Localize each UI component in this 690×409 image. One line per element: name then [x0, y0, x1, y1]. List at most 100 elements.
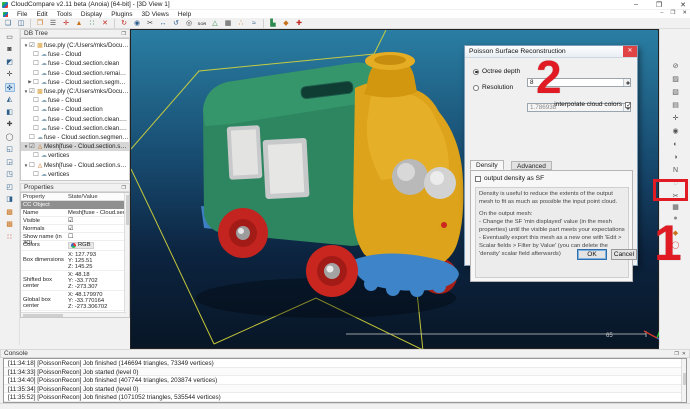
close-button[interactable]: ✕: [680, 1, 686, 9]
checkbox[interactable]: ☐: [33, 50, 40, 59]
checkbox[interactable]: ☐: [33, 96, 40, 105]
compass-icon[interactable]: ⊘: [670, 62, 681, 71]
primitive-factory-icon[interactable]: ◆: [281, 19, 291, 28]
subsample-icon[interactable]: ∷: [87, 19, 97, 28]
probe-icon[interactable]: ✛: [670, 114, 681, 123]
child-close-button[interactable]: ✕: [682, 10, 687, 16]
screenshot-icon[interactable]: ◙: [5, 45, 15, 54]
tree-item[interactable]: ☐ ☁ fuse - Cloud: [21, 50, 129, 59]
stereo-icon[interactable]: ◩: [5, 58, 15, 67]
menu-help[interactable]: Help: [178, 11, 191, 18]
octree-icon[interactable]: ▦: [223, 19, 233, 28]
save-icon[interactable]: ◫: [16, 19, 26, 28]
tree-item[interactable]: ☐ ☁ fuse - Cloud.section.segmented.r...: [21, 133, 129, 142]
tree-item[interactable]: ☐ ☁ fuse - Cloud.section.clean.de...: [21, 115, 129, 124]
menu-3d-views[interactable]: 3D Views: [142, 11, 169, 18]
tree-item[interactable]: ☐ ☁ vertices: [21, 170, 129, 179]
point-pair-icon[interactable]: ∷: [5, 233, 15, 242]
delete-icon[interactable]: ✕: [100, 19, 110, 28]
tree-item[interactable]: ☐ ☁ fuse - Cloud: [21, 96, 129, 105]
properties-vertical-scrollbar[interactable]: [124, 193, 129, 317]
left-view-icon[interactable]: ◳: [5, 170, 15, 179]
menu-plugins[interactable]: Plugins: [111, 11, 132, 18]
checkbox[interactable]: ☐: [33, 151, 40, 160]
float-dock-icon[interactable]: ❐: [674, 351, 678, 357]
cancel-button[interactable]: Cancel: [611, 249, 637, 260]
normals-checkbox[interactable]: ☑: [67, 225, 129, 232]
checkbox[interactable]: ☐: [33, 105, 40, 114]
checkbox[interactable]: ☐: [29, 161, 36, 170]
tree-item[interactable]: ☐ ☁ fuse - Cloud.section: [21, 105, 129, 114]
menu-edit[interactable]: Edit: [36, 11, 47, 18]
float-dock-icon[interactable]: ❐: [122, 31, 126, 37]
shade-icon[interactable]: ◐: [670, 140, 681, 149]
close-dock-icon[interactable]: ✕: [682, 351, 686, 357]
iso-view-icon[interactable]: ◱: [5, 145, 15, 154]
checkbox[interactable]: ☐: [33, 59, 40, 68]
checkbox[interactable]: ☑: [29, 87, 36, 96]
tree-item[interactable]: ☐ ☁ fuse - Cloud.section.remaining: [21, 69, 129, 78]
sample-points-icon[interactable]: ∴: [236, 19, 246, 28]
front-view-icon[interactable]: ◲: [5, 158, 15, 167]
tree-item[interactable]: ▼ ☑ ▩ fuse.ply (C:/Users/mks/Docume...: [21, 41, 129, 50]
register-icon[interactable]: ↻: [119, 19, 129, 28]
octree-depth-radio[interactable]: [473, 69, 479, 75]
child-minimize-button[interactable]: –: [660, 10, 663, 16]
top-view-icon[interactable]: ◨: [5, 195, 15, 204]
checkbox[interactable]: ☐: [33, 69, 40, 78]
spinner-arrows-icon[interactable]: [623, 79, 630, 86]
checkbox[interactable]: ☐: [33, 115, 40, 124]
console-log[interactable]: [11:34:18] [PoissonRecon] Job finished (…: [3, 358, 687, 403]
tree-item[interactable]: ☐ ☁ fuse - Cloud.section.clean.reg...: [21, 124, 129, 133]
checkbox[interactable]: ☐: [33, 78, 40, 87]
tab-density[interactable]: Density: [470, 160, 504, 170]
orientation-icon[interactable]: ◭: [5, 95, 15, 104]
tree-item[interactable]: ▶ ☐ ☁ fuse - Cloud.section.segment...: [21, 78, 129, 87]
checkbox[interactable]: ☑: [29, 142, 36, 151]
resolution-radio[interactable]: [473, 85, 479, 91]
histogram-icon[interactable]: ▙: [268, 19, 278, 28]
visible-checkbox[interactable]: ☑: [67, 217, 129, 224]
plugins-icon[interactable]: ✚: [294, 19, 304, 28]
restore-button[interactable]: ❐: [656, 1, 662, 9]
normals-tool-icon[interactable]: N: [670, 166, 681, 175]
compute-normals-icon[interactable]: △: [210, 19, 220, 28]
point-size-icon[interactable]: ✛: [5, 70, 15, 79]
tab-advanced[interactable]: Advanced: [511, 161, 552, 170]
minimize-button[interactable]: –: [634, 1, 638, 9]
console-scrollbar[interactable]: [681, 359, 686, 402]
open-icon[interactable]: ❏: [3, 19, 13, 28]
show-name-checkbox[interactable]: ☐: [67, 233, 129, 240]
dialog-close-button[interactable]: ✕: [623, 46, 637, 57]
segment-icon[interactable]: ✂: [145, 19, 155, 28]
csf-icon[interactable]: ▦: [670, 203, 681, 212]
properties-horizontal-scrollbar[interactable]: [21, 312, 126, 317]
facets-icon[interactable]: ▤: [670, 101, 681, 110]
pivot-icon[interactable]: ✜: [5, 83, 15, 92]
tree-item[interactable]: ▼ ☑ ▩ fuse.ply (C:/Users/mks/Docume...: [21, 87, 129, 96]
statistics-icon[interactable]: ≈: [249, 19, 259, 28]
checkbox[interactable]: ☐: [33, 170, 40, 179]
sor-filter-icon[interactable]: SOR: [197, 19, 207, 28]
ok-button[interactable]: OK: [577, 249, 607, 260]
pick-rotation-center-icon[interactable]: ◎: [184, 19, 194, 28]
child-restore-button[interactable]: ❐: [670, 10, 675, 16]
tree-item[interactable]: ▼ ☐ ◬ Mesh[fuse - Cloud.section.segme...: [21, 160, 129, 169]
classify-icon[interactable]: ▧: [670, 88, 681, 97]
box-tool-a-icon[interactable]: ▩: [5, 208, 15, 217]
merge-icon[interactable]: ▲: [74, 19, 84, 28]
rotate-icon[interactable]: ↺: [171, 19, 181, 28]
tree-item[interactable]: ☐ ☁ fuse - Cloud.section.clean: [21, 59, 129, 68]
checkbox[interactable]: ☐: [29, 133, 36, 142]
right-view-icon[interactable]: ◰: [5, 183, 15, 192]
interpolate-checkbox[interactable]: [625, 102, 631, 108]
magnifier-icon[interactable]: ◯: [5, 133, 15, 142]
zoom-fit-icon[interactable]: ✚: [5, 120, 15, 129]
output-density-checkbox[interactable]: [475, 176, 481, 182]
rgb-dropdown[interactable]: RGB: [68, 242, 94, 249]
tree-item[interactable]: ☐ ☁ vertices: [21, 151, 129, 160]
apply-transformation-icon[interactable]: ✛: [61, 19, 71, 28]
checkbox[interactable]: ☐: [33, 124, 40, 133]
bounding-box-icon[interactable]: ◧: [5, 108, 15, 117]
menu-tools[interactable]: Tools: [57, 11, 72, 18]
